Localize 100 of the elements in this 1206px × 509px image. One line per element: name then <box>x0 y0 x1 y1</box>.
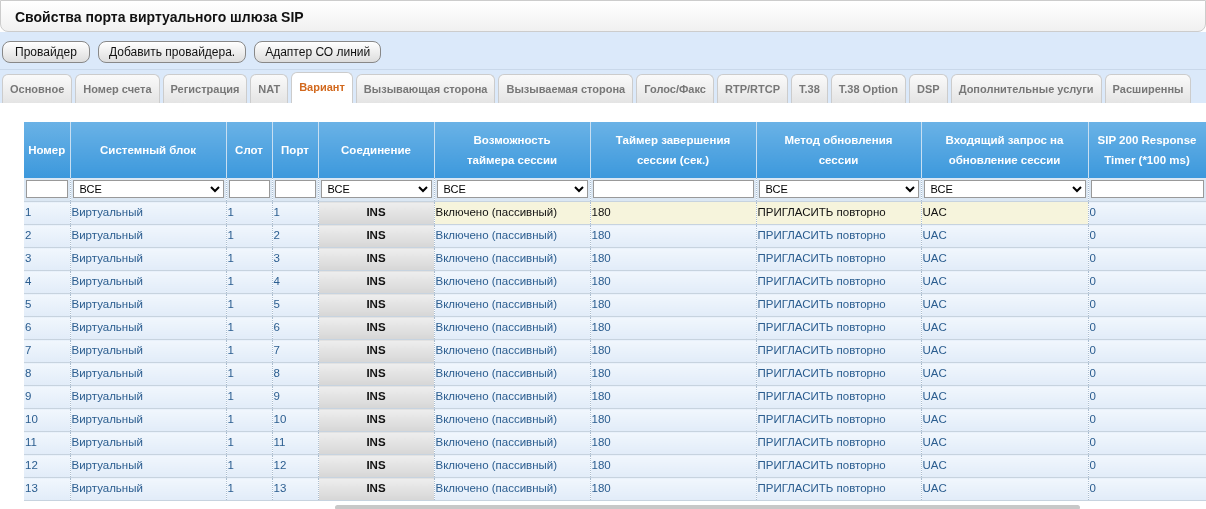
table-cell: Включено (пассивный) <box>434 477 590 501</box>
table-cell: 180 <box>590 293 756 317</box>
table-cell: 180 <box>590 224 756 248</box>
table-cell: 7 <box>24 339 70 363</box>
filter-field[interactable] <box>26 180 68 199</box>
table-cell: Виртуальный <box>70 477 226 501</box>
table-cell: 5 <box>24 293 70 317</box>
column-header: SIP 200 Response Timer (*100 ms) <box>1097 133 1197 166</box>
table-cell: 0 <box>1088 339 1206 363</box>
table-cell: UAC <box>921 431 1088 455</box>
table-cell: 8 <box>24 362 70 386</box>
table-cell: ПРИГЛАСИТЬ повторно <box>756 316 921 340</box>
table-cell: 180 <box>590 454 756 478</box>
tab[interactable]: Вызывающая сторона <box>355 74 496 103</box>
table-cell: Включено (пассивный) <box>434 408 590 432</box>
column-header: Системный блок <box>100 143 196 156</box>
table-cell: UAC <box>921 339 1088 363</box>
table-cell: ПРИГЛАСИТЬ повторно <box>756 270 921 294</box>
table-cell: 13 <box>24 477 70 501</box>
status-cell: INS <box>318 339 434 363</box>
table-cell: UAC <box>921 477 1088 501</box>
tab[interactable]: Вызываемая сторона <box>498 74 634 103</box>
table-cell: Виртуальный <box>70 454 226 478</box>
status-cell: INS <box>318 385 434 409</box>
table-cell: UAC <box>921 316 1088 340</box>
toolbar-button[interactable]: Провайдер <box>2 41 90 63</box>
table-cell: 180 <box>590 270 756 294</box>
filter-field[interactable] <box>592 180 754 199</box>
table-cell: 0 <box>1088 270 1206 294</box>
tab[interactable]: RTP/RTCP <box>716 74 788 103</box>
table-cell: Виртуальный <box>70 408 226 432</box>
table-cell: ПРИГЛАСИТЬ повторно <box>756 247 921 271</box>
table-cell: ПРИГЛАСИТЬ повторно <box>756 293 921 317</box>
filter-dropdown[interactable]: ВСЕ <box>72 180 224 199</box>
tab[interactable]: T.38 Option <box>830 74 907 103</box>
table-cell: 11 <box>24 431 70 455</box>
table-cell: 180 <box>590 385 756 409</box>
table-cell: 0 <box>1088 454 1206 478</box>
table-cell: UAC <box>921 385 1088 409</box>
table-cell: 0 <box>1088 316 1206 340</box>
tab[interactable]: Номер счета <box>75 74 160 103</box>
status-cell: INS <box>318 477 434 501</box>
table-cell: 180 <box>590 316 756 340</box>
filter-dropdown[interactable]: ВСЕ <box>758 180 919 199</box>
tab[interactable]: Голос/Факс <box>636 74 714 103</box>
tab[interactable]: Регистрация <box>162 74 248 103</box>
table-cell: 0 <box>1088 293 1206 317</box>
column-header: Слот <box>235 143 263 156</box>
table-cell: UAC <box>921 362 1088 386</box>
table-cell: Виртуальный <box>70 339 226 363</box>
filter-field[interactable] <box>228 180 270 199</box>
status-cell: INS <box>318 224 434 248</box>
table-cell: Виртуальный <box>70 362 226 386</box>
status-cell: INS <box>318 293 434 317</box>
column-header: Метод обновления сессии <box>784 133 893 166</box>
filter-dropdown[interactable]: ВСЕ <box>923 180 1086 199</box>
tab[interactable]: T.38 <box>790 74 828 103</box>
filter-field[interactable] <box>1090 180 1204 199</box>
table-cell: Виртуальный <box>70 201 226 225</box>
table-cell: 0 <box>1088 385 1206 409</box>
table-cell: ПРИГЛАСИТЬ повторно <box>756 477 921 501</box>
table-cell: 180 <box>590 362 756 386</box>
filter-dropdown[interactable]: ВСЕ <box>320 180 432 199</box>
status-cell: INS <box>318 247 434 271</box>
toolbar-button[interactable]: Адаптер СО линий <box>254 41 382 63</box>
table-cell: 180 <box>590 247 756 271</box>
table-cell: 6 <box>24 316 70 340</box>
status-cell: INS <box>318 270 434 294</box>
status-cell: INS <box>318 316 434 340</box>
table-cell: ПРИГЛАСИТЬ повторно <box>756 408 921 432</box>
table-cell: 3 <box>24 247 70 271</box>
tab[interactable]: Дополнительные услуги <box>950 74 1102 103</box>
table-cell: Включено (пассивный) <box>434 201 590 225</box>
table-cell: Виртуальный <box>70 293 226 317</box>
table-cell: ПРИГЛАСИТЬ повторно <box>756 224 921 248</box>
tab[interactable]: Основное <box>2 74 73 103</box>
table-cell: 180 <box>590 201 756 225</box>
table-cell: 0 <box>1088 362 1206 386</box>
table-cell: ПРИГЛАСИТЬ повторно <box>756 339 921 363</box>
tab[interactable]: NAT <box>250 74 289 103</box>
table-cell: Включено (пассивный) <box>434 224 590 248</box>
filter-field[interactable] <box>274 180 316 199</box>
table-cell: ПРИГЛАСИТЬ повторно <box>756 431 921 455</box>
tab[interactable]: DSP <box>909 74 948 103</box>
column-header: Входящий запрос на обновление сессии <box>945 133 1064 166</box>
toolbar-button[interactable]: Добавить провайдера. <box>98 41 247 63</box>
table-cell: Включено (пассивный) <box>434 385 590 409</box>
table-cell: 10 <box>24 408 70 432</box>
tab[interactable]: Вариант <box>291 72 353 103</box>
table-cell: ПРИГЛАСИТЬ повторно <box>756 201 921 225</box>
table-cell: 180 <box>590 408 756 432</box>
filter-dropdown[interactable]: ВСЕ <box>436 180 588 199</box>
status-cell: INS <box>318 408 434 432</box>
table-cell: Включено (пассивный) <box>434 247 590 271</box>
column-header: Соединение <box>341 143 411 156</box>
tab[interactable]: Расширенны <box>1104 74 1192 103</box>
table-cell: Виртуальный <box>70 270 226 294</box>
status-cell: INS <box>318 201 434 225</box>
table-cell: Виртуальный <box>70 224 226 248</box>
table-cell: 180 <box>590 477 756 501</box>
